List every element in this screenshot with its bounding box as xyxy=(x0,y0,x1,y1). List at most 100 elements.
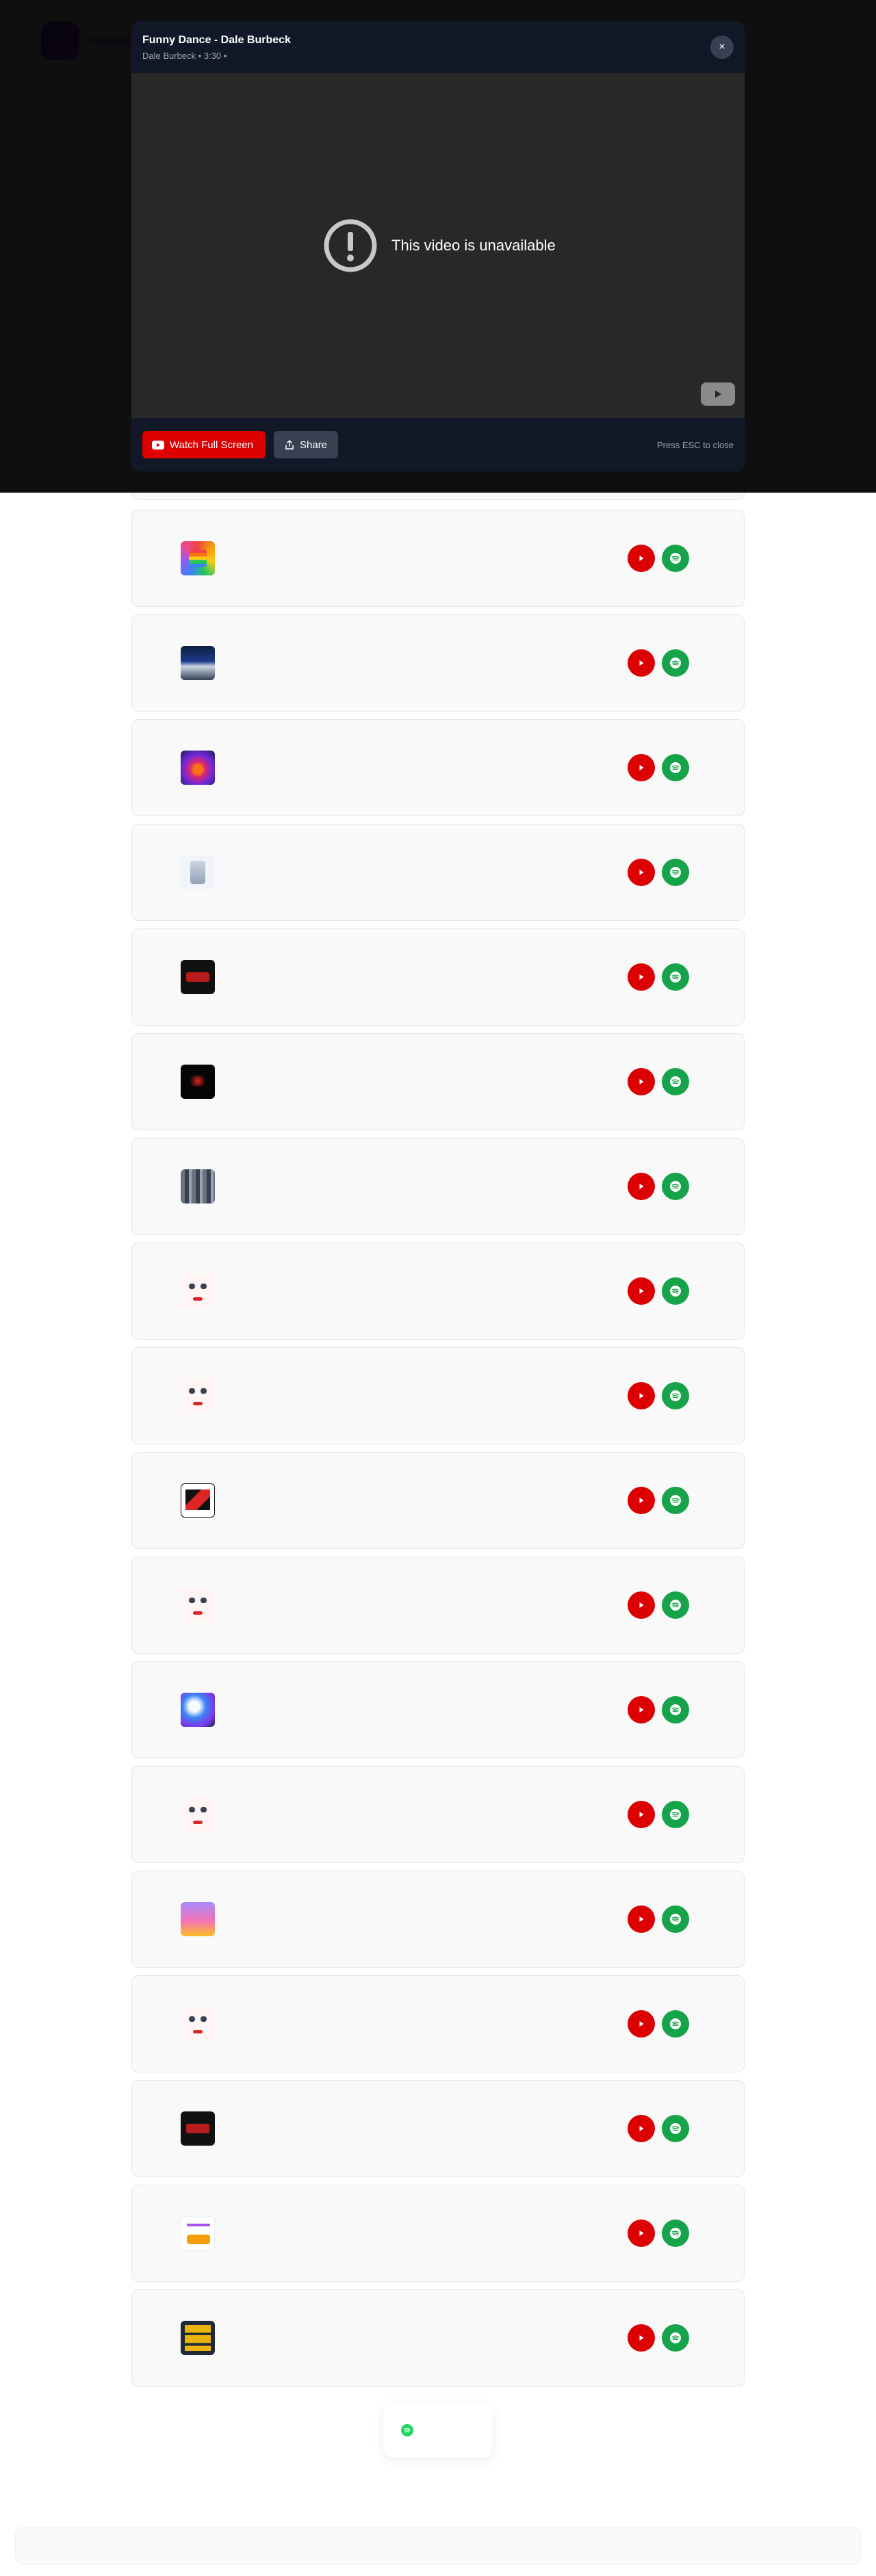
youtube-play-button[interactable] xyxy=(628,1696,655,1723)
track-card[interactable] xyxy=(131,1871,745,1968)
track-actions xyxy=(628,1801,689,1828)
youtube-play-icon xyxy=(639,765,644,770)
track-card[interactable] xyxy=(131,1766,745,1863)
black-red-cover xyxy=(181,1065,215,1099)
spotify-icon xyxy=(401,2424,413,2436)
track-text xyxy=(224,1480,580,1483)
close-button[interactable]: × xyxy=(710,36,734,59)
track-card[interactable] xyxy=(131,1557,745,1654)
spotify-button[interactable] xyxy=(662,1068,689,1095)
track-text xyxy=(224,2108,580,2111)
spotify-button[interactable] xyxy=(662,1382,689,1409)
esc-hint: Press ESC to close xyxy=(657,439,734,450)
spotify-button[interactable] xyxy=(662,2010,689,2038)
track-card[interactable] xyxy=(131,2289,745,2386)
track-card[interactable] xyxy=(131,1452,745,1549)
youtube-play-button[interactable] xyxy=(628,1801,655,1828)
youtube-play-button[interactable] xyxy=(628,2324,655,2352)
spotify-button[interactable] xyxy=(662,1591,689,1619)
track-card[interactable] xyxy=(131,1138,745,1235)
spotify-button[interactable] xyxy=(662,754,689,781)
youtube-play-button[interactable] xyxy=(628,2010,655,2038)
spotify-button[interactable] xyxy=(662,963,689,991)
youtube-play-button[interactable] xyxy=(628,649,655,677)
spotify-button[interactable] xyxy=(662,649,689,677)
share-button[interactable]: Share xyxy=(274,431,339,458)
youtube-play-button[interactable] xyxy=(628,754,655,781)
youtube-play-button[interactable] xyxy=(628,1068,655,1095)
youtube-play-button[interactable] xyxy=(628,963,655,991)
face-cover xyxy=(181,1274,215,1308)
spotify-button[interactable] xyxy=(662,1905,689,1933)
youtube-play-button[interactable] xyxy=(628,2115,655,2142)
white-orange-cover xyxy=(181,2216,215,2250)
youtube-play-button[interactable] xyxy=(628,545,655,572)
track-card[interactable] xyxy=(131,1661,745,1758)
rainbow-cover xyxy=(181,541,215,575)
spotify-button[interactable] xyxy=(662,1801,689,1828)
track-card[interactable] xyxy=(131,614,745,712)
youtube-play-button[interactable] xyxy=(628,1382,655,1409)
spotify-button[interactable] xyxy=(662,2220,689,2247)
spotify-icon xyxy=(670,867,681,878)
track-text xyxy=(224,1271,580,1273)
track-card[interactable] xyxy=(131,1033,745,1130)
track-text xyxy=(224,1899,580,1901)
spotify-icon xyxy=(670,553,681,564)
pink-sunset-cover xyxy=(181,1902,215,1936)
youtube-play-icon xyxy=(639,1707,644,1713)
video-player[interactable]: This video is unavailable xyxy=(131,73,745,418)
track-text xyxy=(224,1689,580,1692)
track-card[interactable] xyxy=(131,1243,745,1340)
track-actions xyxy=(628,1382,689,1409)
youtube-play-button[interactable] xyxy=(628,1487,655,1514)
youtube-play-button[interactable] xyxy=(628,859,655,886)
city-collage-cover xyxy=(181,1169,215,1204)
spotify-badge[interactable] xyxy=(383,2403,493,2458)
track-text xyxy=(224,1794,580,1797)
track-card[interactable] xyxy=(131,719,745,816)
track-actions xyxy=(628,545,689,572)
spotify-button[interactable] xyxy=(662,859,689,886)
youtube-play-button[interactable] xyxy=(628,1905,655,1933)
track-card[interactable] xyxy=(131,1975,745,2072)
track-card[interactable] xyxy=(131,2080,745,2177)
track-actions xyxy=(628,1277,689,1305)
spotify-icon xyxy=(670,1390,681,1401)
spotify-button[interactable] xyxy=(662,2115,689,2142)
track-card[interactable] xyxy=(131,928,745,1026)
modal-overlay[interactable]: Funny Dance - Dale Burbeck Dale Burbeck … xyxy=(0,0,876,493)
track-text xyxy=(224,1375,580,1378)
spotify-button[interactable] xyxy=(662,545,689,572)
share-icon xyxy=(285,440,294,450)
spotify-icon xyxy=(670,2018,681,2029)
track-card[interactable] xyxy=(131,824,745,921)
share-label: Share xyxy=(300,439,328,451)
youtube-play-icon xyxy=(639,1602,644,1608)
youtube-play-button[interactable] xyxy=(628,2220,655,2247)
track-actions xyxy=(628,1591,689,1619)
track-actions xyxy=(628,859,689,886)
youtube-logo-icon[interactable] xyxy=(701,382,735,406)
spotify-button[interactable] xyxy=(662,1173,689,1200)
sunset-synthwave-cover xyxy=(181,751,215,785)
spotify-icon xyxy=(670,1704,681,1715)
spotify-button[interactable] xyxy=(662,2324,689,2352)
youtube-play-button[interactable] xyxy=(628,1277,655,1305)
spotify-button[interactable] xyxy=(662,1487,689,1514)
modal-subtitle: Dale Burbeck • 3:30 • xyxy=(142,51,227,61)
track-card[interactable] xyxy=(131,2185,745,2282)
track-card[interactable] xyxy=(131,1347,745,1444)
youtube-play-icon xyxy=(639,1288,644,1294)
track-actions xyxy=(628,1173,689,1200)
track-text xyxy=(224,2213,580,2215)
spotify-button[interactable] xyxy=(662,1277,689,1305)
watch-full-screen-button[interactable]: Watch Full Screen xyxy=(142,431,266,458)
face-cover xyxy=(181,1588,215,1622)
youtube-icon xyxy=(152,440,164,450)
youtube-play-button[interactable] xyxy=(628,1591,655,1619)
youtube-play-button[interactable] xyxy=(628,1173,655,1200)
spotify-button[interactable] xyxy=(662,1696,689,1723)
spotify-icon xyxy=(670,1914,681,1925)
track-card[interactable] xyxy=(131,510,745,607)
